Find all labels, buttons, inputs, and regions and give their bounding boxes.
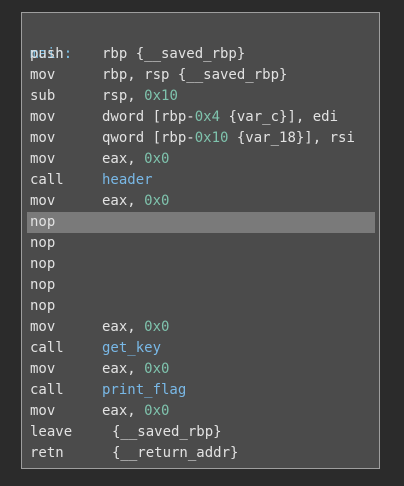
hex-literal: 0x0 <box>144 361 170 377</box>
instruction-operands: rbp {__saved_rbp} <box>102 44 245 65</box>
hex-literal: 0x0 <box>144 319 170 335</box>
instruction-mnemonic: nop <box>30 235 56 251</box>
operand-text: eax, <box>102 361 145 377</box>
instruction-operands: eax, 0x0 <box>102 359 169 380</box>
operand-text: {var_c}], edi <box>220 109 339 125</box>
instruction-line[interactable]: mov eax, 0x0 <box>22 359 379 380</box>
hex-literal: 0x0 <box>144 193 170 209</box>
instruction-line[interactable]: push rbp {__saved_rbp} <box>22 44 379 65</box>
operand-text: qword [rbp- <box>102 130 195 146</box>
instruction-operands: dword [rbp-0x4 {var_c}], edi <box>102 107 338 128</box>
instruction-line[interactable]: mov qword [rbp-0x10 {var_18}], rsi <box>22 128 379 149</box>
instruction-mnemonic: leave <box>30 424 73 440</box>
disassembly-panel: main: push rbp {__saved_rbp}mov rbp, rsp {… <box>21 12 380 469</box>
instruction-mnemonic: mov <box>30 109 56 125</box>
instruction-operands: print_flag <box>102 380 186 401</box>
operand-text: {__return_addr} <box>112 445 239 461</box>
operand-text: rbp {__saved_rbp} <box>102 46 246 62</box>
instruction-mnemonic: mov <box>30 403 56 419</box>
instruction-operands: qword [rbp-0x10 {var_18}], rsi <box>102 128 355 149</box>
instruction-operands: rbp, rsp {__saved_rbp} <box>102 65 287 86</box>
instruction-mnemonic: mov <box>30 151 56 167</box>
operand-text: eax, <box>102 193 145 209</box>
instruction-operands: eax, 0x0 <box>102 149 169 170</box>
operand-text: dword [rbp- <box>102 109 195 125</box>
hex-literal: 0x0 <box>144 151 170 167</box>
operand-text: eax, <box>102 319 145 335</box>
instruction-operands: get_key <box>102 338 161 359</box>
instruction-mnemonic: mov <box>30 193 56 209</box>
instruction-operands: eax, 0x0 <box>102 401 169 422</box>
operand-text: eax, <box>102 403 145 419</box>
instruction-mnemonic: mov <box>30 67 56 83</box>
instruction-line[interactable]: mov eax, 0x0 <box>22 317 379 338</box>
instruction-line[interactable]: nop <box>27 212 375 233</box>
instruction-line[interactable]: nop <box>22 254 379 275</box>
call-target[interactable]: header <box>102 172 153 188</box>
hex-literal: 0x0 <box>144 403 170 419</box>
call-target[interactable]: print_flag <box>102 382 186 398</box>
instruction-mnemonic: nop <box>30 277 56 293</box>
instruction-mnemonic: mov <box>30 130 56 146</box>
instruction-mnemonic: call <box>30 340 64 356</box>
instruction-line[interactable]: mov eax, 0x0 <box>22 401 379 422</box>
instruction-line[interactable]: call print_flag <box>22 380 379 401</box>
operand-text: {__saved_rbp} <box>112 424 222 440</box>
instruction-operands: {__saved_rbp} <box>112 422 222 443</box>
function-label-line: main: <box>22 23 379 62</box>
instruction-mnemonic: call <box>30 382 64 398</box>
instruction-mnemonic: push <box>30 46 64 62</box>
instruction-mnemonic: mov <box>30 361 56 377</box>
instruction-operands: eax, 0x0 <box>102 317 169 338</box>
operand-text: rbp, rsp {__saved_rbp} <box>102 67 288 83</box>
instruction-mnemonic: nop <box>30 256 56 272</box>
instruction-line[interactable]: nop <box>22 233 379 254</box>
instruction-line[interactable]: leave {__saved_rbp} <box>22 422 379 443</box>
instruction-mnemonic: mov <box>30 319 56 335</box>
instruction-mnemonic: retn <box>30 445 64 461</box>
operand-text: {var_18}], rsi <box>228 130 355 146</box>
instruction-line[interactable]: sub rsp, 0x10 <box>22 86 379 107</box>
hex-literal: 0x10 <box>194 130 229 146</box>
instruction-line[interactable]: mov eax, 0x0 <box>22 191 379 212</box>
instruction-mnemonic: nop <box>30 214 56 230</box>
operand-text: rsp, <box>102 88 145 104</box>
instruction-operands: eax, 0x0 <box>102 191 169 212</box>
instruction-mnemonic: call <box>30 172 64 188</box>
call-target[interactable]: get_key <box>102 340 161 356</box>
instruction-line[interactable]: mov dword [rbp-0x4 {var_c}], edi <box>22 107 379 128</box>
instruction-operands: rsp, 0x10 <box>102 86 178 107</box>
instruction-line[interactable]: mov eax, 0x0 <box>22 149 379 170</box>
instruction-line[interactable]: call get_key <box>22 338 379 359</box>
instruction-operands: {__return_addr} <box>112 443 238 464</box>
instruction-mnemonic: nop <box>30 298 56 314</box>
operand-text: eax, <box>102 151 145 167</box>
instruction-line[interactable]: nop <box>22 275 379 296</box>
instruction-line[interactable]: call header <box>22 170 379 191</box>
instruction-line[interactable]: nop <box>22 296 379 317</box>
hex-literal: 0x4 <box>194 109 221 125</box>
instruction-line[interactable]: retn {__return_addr} <box>22 443 379 464</box>
instruction-line[interactable]: mov rbp, rsp {__saved_rbp} <box>22 65 379 86</box>
instruction-operands: header <box>102 170 153 191</box>
hex-literal: 0x10 <box>144 88 178 104</box>
instruction-mnemonic: sub <box>30 88 56 104</box>
